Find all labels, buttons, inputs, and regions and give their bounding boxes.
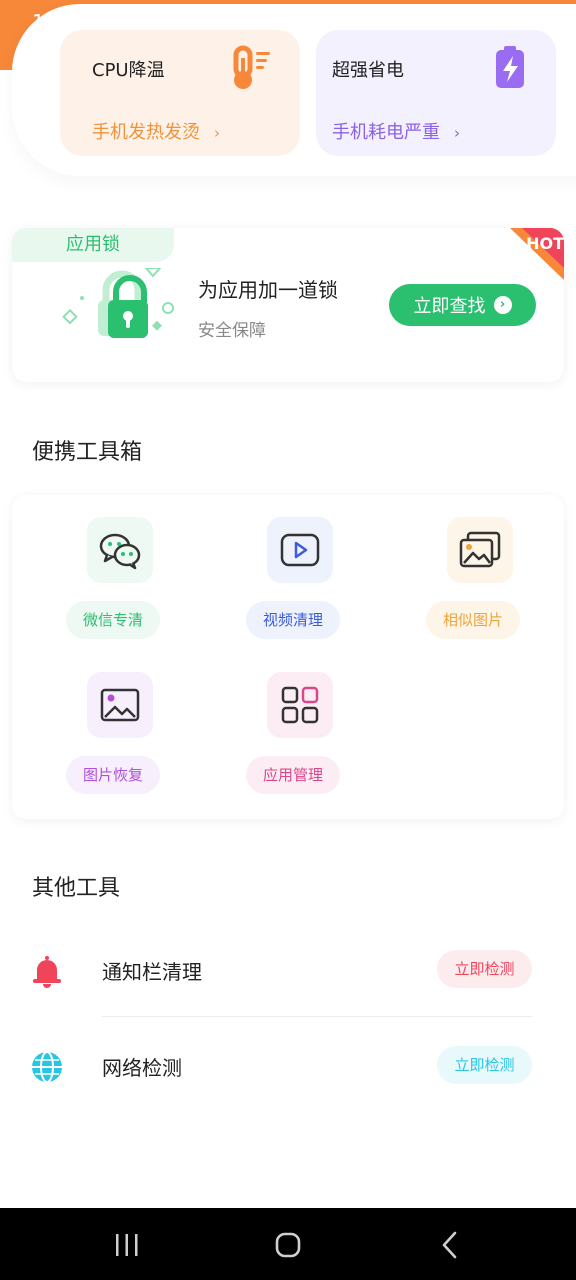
toolbox-card: 微信专清 视频清理 相似图片 图片恢复 应用管理 xyxy=(12,495,564,819)
chevron-right-icon: › xyxy=(454,124,460,142)
tool-label: 相似图片 xyxy=(426,601,520,639)
recents-icon[interactable] xyxy=(114,1230,140,1260)
top-features-panel: CPU降温 手机发热发烫 › 超强省电 手机耗电严重 › xyxy=(12,4,576,176)
tool-icon-bg xyxy=(267,672,333,738)
chevron-right-icon: › xyxy=(214,124,220,142)
tool-icon-bg xyxy=(87,672,153,738)
power-saving-title: 超强省电 xyxy=(332,60,404,81)
power-saving-card[interactable]: 超强省电 手机耗电严重 › xyxy=(316,30,556,156)
back-icon[interactable] xyxy=(438,1230,462,1260)
wechat-icon xyxy=(99,533,141,570)
power-saving-subtitle-text: 手机耗电严重 xyxy=(332,122,440,143)
thermometer-icon xyxy=(233,45,270,89)
video-play-icon xyxy=(280,533,320,567)
app-lock-title: 为应用加一道锁 xyxy=(198,278,338,302)
gallery-icon xyxy=(459,531,501,568)
tool-label: 应用管理 xyxy=(246,756,340,794)
navigation-bar xyxy=(0,1208,576,1280)
hot-label: HOT xyxy=(526,234,564,253)
tool-label: 视频清理 xyxy=(246,601,340,639)
network-check-button[interactable]: 立即检测 xyxy=(437,1046,532,1084)
tool-video-clean[interactable]: 视频清理 xyxy=(240,517,360,647)
image-icon xyxy=(100,688,140,722)
home-icon[interactable] xyxy=(274,1230,302,1260)
other-tools-section-title: 其他工具 xyxy=(32,876,121,901)
app-lock-card[interactable]: 应用锁 HOT 为应用加一道锁 安全保障 立即查找 › xyxy=(12,228,564,382)
home-screen: 1 CPU降温 手机发热发烫› 超强省电 手 xyxy=(0,0,576,1280)
cpu-cooling-subtitle: 手机发热发烫 › xyxy=(92,118,220,144)
tool-wechat-clean[interactable]: 微信专清 xyxy=(60,517,180,647)
tool-label: 图片恢复 xyxy=(66,756,160,794)
cpu-cooling-card[interactable]: CPU降温 手机发热发烫 › xyxy=(60,30,300,156)
toolbox-section-title: 便携工具箱 xyxy=(32,440,143,465)
find-now-button[interactable]: 立即查找 › xyxy=(389,284,536,326)
notification-clean-row[interactable]: 通知栏清理 立即检测 xyxy=(0,940,576,1000)
cpu-cooling-subtitle-text: 手机发热发烫 xyxy=(92,122,200,143)
tool-app-management[interactable]: 应用管理 xyxy=(240,672,360,802)
tool-label: 微信专清 xyxy=(66,601,160,639)
cpu-cooling-title: CPU降温 xyxy=(92,60,165,81)
tool-icon-bg xyxy=(87,517,153,583)
tool-similar-images[interactable]: 相似图片 xyxy=(420,517,540,647)
tool-icon-bg xyxy=(447,517,513,583)
notification-check-button[interactable]: 立即检测 xyxy=(437,950,532,988)
battery-charging-icon xyxy=(496,46,524,88)
tool-icon-bg xyxy=(267,517,333,583)
app-lock-subtitle: 安全保障 xyxy=(198,321,266,341)
globe-icon xyxy=(32,1051,62,1083)
bell-icon xyxy=(33,956,61,988)
hot-badge: HOT xyxy=(510,228,564,280)
divider xyxy=(102,1016,532,1017)
app-lock-tag: 应用锁 xyxy=(12,228,174,262)
network-check-row[interactable]: 网络检测 立即检测 xyxy=(0,1036,576,1096)
power-saving-subtitle: 手机耗电严重 › xyxy=(332,118,460,144)
notification-clean-label: 通知栏清理 xyxy=(102,960,202,984)
grid-apps-icon xyxy=(281,686,319,724)
tool-image-recovery[interactable]: 图片恢复 xyxy=(60,672,180,802)
find-now-label: 立即查找 xyxy=(413,296,486,317)
network-check-label: 网络检测 xyxy=(102,1056,182,1080)
padlock-icon xyxy=(62,268,174,338)
arrow-right-circle-icon: › xyxy=(493,296,512,314)
